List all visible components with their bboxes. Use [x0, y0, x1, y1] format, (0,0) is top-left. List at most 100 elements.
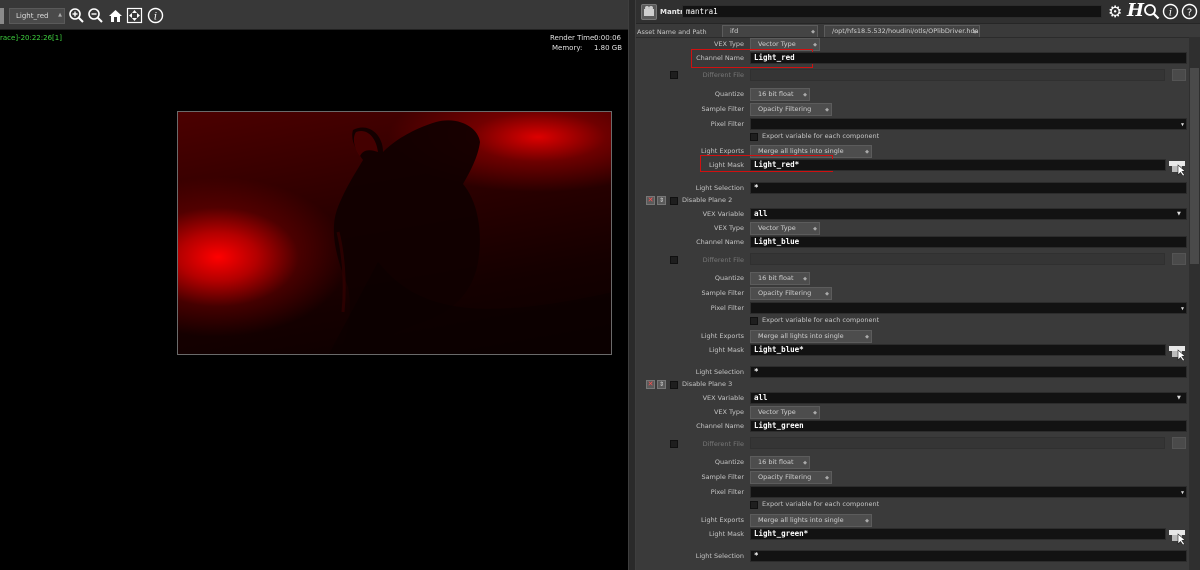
- vex-type-select[interactable]: Vector Type ◆: [750, 406, 820, 419]
- quantize-select[interactable]: 16 bit float ◆: [750, 88, 810, 101]
- light-selection-field[interactable]: *: [750, 366, 1187, 378]
- display-option-select[interactable]: Light_red ▲: [9, 8, 65, 24]
- chevron-down-icon[interactable]: ▼: [1177, 208, 1181, 220]
- render-status-text: race]-20:22:26[1]: [0, 34, 62, 42]
- scrollbar-thumb[interactable]: [1190, 68, 1199, 264]
- different-file-label: Different File: [702, 440, 744, 448]
- different-file-field[interactable]: [750, 69, 1165, 81]
- channel-name-field[interactable]: Light_blue: [750, 236, 1187, 248]
- asset-name-label: Asset Name and Path: [637, 28, 707, 36]
- help-question-icon[interactable]: ?: [1181, 3, 1198, 20]
- render-image: [177, 111, 612, 355]
- light-selection-field[interactable]: *: [750, 182, 1187, 194]
- chevron-down-icon: ▼: [1180, 306, 1184, 312]
- light-selection-label: Light Selection: [695, 368, 744, 376]
- disable-plane-2-label: Disable Plane 2: [682, 196, 733, 204]
- zoom-in-icon[interactable]: [68, 7, 85, 24]
- search-icon[interactable]: [1143, 3, 1160, 20]
- folder-icon[interactable]: [1172, 69, 1186, 81]
- export-component-checkbox[interactable]: [750, 133, 758, 141]
- sample-filter-value: Opacity Filtering: [758, 473, 812, 481]
- vex-variable-label: VEX Variable: [702, 210, 744, 218]
- chevron-down-icon: ▼: [1180, 122, 1184, 128]
- light-mask-field[interactable]: Light_green*: [750, 528, 1166, 540]
- houdini-h-icon[interactable]: H: [1127, 1, 1144, 21]
- sample-filter-select[interactable]: Opacity Filtering ◆: [750, 103, 832, 116]
- move-plane-3-button[interactable]: ⇕: [657, 380, 666, 389]
- vex-variable-field[interactable]: all: [750, 392, 1187, 404]
- export-component-checkbox[interactable]: [750, 501, 758, 509]
- zoom-out-icon[interactable]: [87, 7, 104, 24]
- display-option-value: Light_red: [16, 12, 49, 20]
- pixel-filter-label: Pixel Filter: [710, 488, 744, 496]
- channel-name-label: Channel Name: [696, 54, 744, 62]
- sample-filter-select[interactable]: Opacity Filtering ◆: [750, 287, 832, 300]
- chevron-icon: ◆: [865, 518, 869, 524]
- quantize-select[interactable]: 16 bit float ◆: [750, 456, 810, 469]
- export-component-checkbox[interactable]: [750, 317, 758, 325]
- sample-filter-label: Sample Filter: [701, 105, 744, 113]
- info-icon[interactable]: i: [147, 7, 164, 24]
- asset-path-value: /opt/hfs18.5.532/houdini/otls/OPlibDrive…: [832, 27, 979, 35]
- panel-divider: [636, 37, 1189, 38]
- chevron-icon: ◆: [803, 92, 807, 98]
- pixel-filter-field[interactable]: ▼: [750, 118, 1187, 130]
- light-exports-select[interactable]: Merge all lights into single channel◆: [750, 330, 872, 351]
- quantize-label: Quantize: [714, 90, 744, 98]
- light-mask-field[interactable]: Light_red*: [750, 159, 1166, 171]
- delete-plane-2-button[interactable]: ✕: [646, 196, 655, 205]
- quantize-label: Quantize: [714, 458, 744, 466]
- light-exports-label: Light Exports: [701, 332, 744, 340]
- render-time-label: Render Time:: [550, 34, 597, 42]
- vex-type-label: VEX Type: [713, 224, 744, 232]
- chevron-down-icon[interactable]: ▼: [1177, 392, 1181, 404]
- pixel-filter-field[interactable]: ▼: [750, 486, 1187, 498]
- channel-name-label: Channel Name: [696, 238, 744, 246]
- export-component-label: Export variable for each component: [762, 132, 880, 140]
- light-selection-field[interactable]: *: [750, 550, 1187, 562]
- node-name-field[interactable]: mantra1: [682, 5, 1102, 18]
- disable-plane-3-label: Disable Plane 3: [682, 380, 733, 388]
- vex-type-select[interactable]: Vector Type ◆: [750, 222, 820, 235]
- folder-icon[interactable]: [1172, 437, 1186, 449]
- delete-plane-3-button[interactable]: ✕: [646, 380, 655, 389]
- disable-plane-3-checkbox[interactable]: [670, 381, 678, 389]
- quantize-label: Quantize: [714, 274, 744, 282]
- different-file-field[interactable]: [750, 437, 1165, 449]
- svg-text:?: ?: [1187, 8, 1192, 19]
- vex-type-value: Vector Type: [758, 408, 796, 416]
- help-icon[interactable]: i: [1162, 3, 1179, 20]
- disable-plane-2-checkbox[interactable]: [670, 197, 678, 205]
- channel-name-field[interactable]: Light_green: [750, 420, 1187, 432]
- light-mask-picker-icon[interactable]: [1169, 158, 1187, 177]
- light-mask-field[interactable]: Light_blue*: [750, 344, 1166, 356]
- gear-icon[interactable]: ⚙: [1108, 3, 1125, 20]
- channel-name-label: Channel Name: [696, 422, 744, 430]
- quantize-value: 16 bit float: [758, 274, 794, 282]
- pixel-filter-label: Pixel Filter: [710, 304, 744, 312]
- toolbar-left-handle[interactable]: [0, 8, 4, 24]
- light-exports-select[interactable]: Merge all lights into single channel◆: [750, 514, 872, 535]
- light-mask-picker-icon[interactable]: [1169, 343, 1187, 362]
- channel-name-field[interactable]: Light_red: [750, 52, 1187, 64]
- vex-variable-field[interactable]: all: [750, 208, 1187, 220]
- fit-view-icon[interactable]: [126, 7, 143, 24]
- chevron-icon: ◆: [825, 291, 829, 297]
- light-mask-picker-icon[interactable]: [1169, 527, 1187, 546]
- folder-icon[interactable]: [1172, 253, 1186, 265]
- quantize-select[interactable]: 16 bit float ◆: [750, 272, 810, 285]
- vex-variable-label: VEX Variable: [702, 394, 744, 402]
- move-plane-2-button[interactable]: ⇕: [657, 196, 666, 205]
- different-file-label: Different File: [702, 71, 744, 79]
- pixel-filter-field[interactable]: ▼: [750, 302, 1187, 314]
- sample-filter-label: Sample Filter: [701, 289, 744, 297]
- pane-splitter[interactable]: [628, 0, 636, 570]
- svg-text:i: i: [154, 12, 157, 23]
- sample-filter-select[interactable]: Opacity Filtering ◆: [750, 471, 832, 484]
- different-file-field[interactable]: [750, 253, 1165, 265]
- panel-header: Mantra mantra1 ⚙ H i ?: [636, 0, 1200, 24]
- light-selection-label: Light Selection: [695, 552, 744, 560]
- render-viewer: Light_red ▲ i race]-20:22:26[1] Render T…: [0, 0, 628, 570]
- home-icon[interactable]: [107, 7, 124, 24]
- memory-label: Memory:: [552, 44, 583, 52]
